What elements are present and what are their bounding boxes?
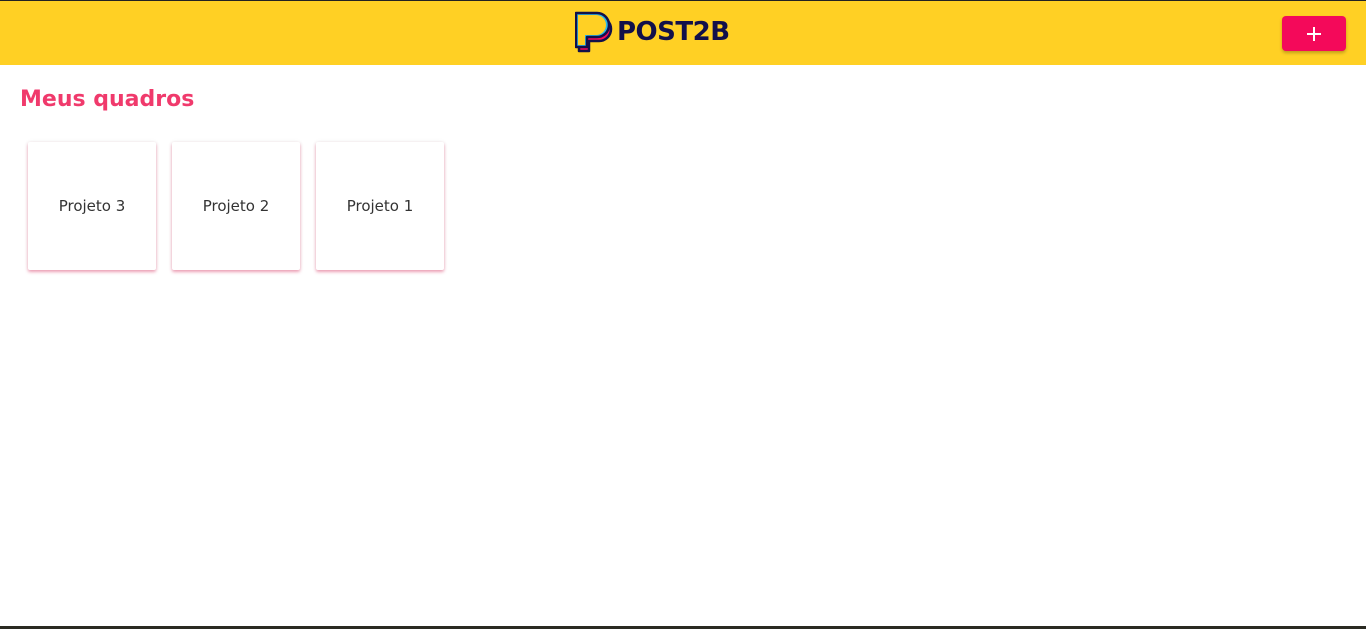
boards-list: Projeto 3 Projeto 2 Projeto 1	[28, 142, 444, 270]
board-card[interactable]: Projeto 3	[28, 142, 156, 270]
post2b-logo-icon	[574, 11, 613, 53]
board-card[interactable]: Projeto 1	[316, 142, 444, 270]
page-title: Meus quadros	[20, 87, 195, 112]
app-header: POST2B	[0, 1, 1366, 65]
plus-icon	[1307, 26, 1321, 41]
add-board-button[interactable]	[1282, 16, 1346, 51]
app-logo[interactable]: POST2B	[574, 11, 730, 53]
board-label: Projeto 2	[202, 197, 270, 215]
board-card[interactable]: Projeto 2	[172, 142, 300, 270]
board-label: Projeto 1	[346, 197, 414, 215]
board-label: Projeto 3	[58, 197, 126, 215]
logo-text: POST2B	[617, 17, 730, 47]
